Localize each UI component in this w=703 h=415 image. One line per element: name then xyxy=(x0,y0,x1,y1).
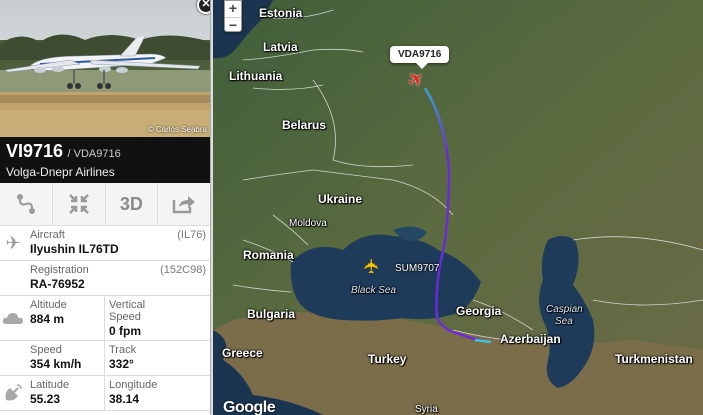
map-label-romania: Romania xyxy=(243,248,294,262)
flight-number: VI9716 xyxy=(6,141,64,161)
longitude-value: 38.14 xyxy=(109,392,140,406)
3d-view-button[interactable]: 3D xyxy=(106,183,159,225)
zoom-out-button[interactable]: − xyxy=(225,17,241,33)
altitude-row: Altitude 884 m Vertical Speed 0 fpm xyxy=(0,296,210,341)
zoom-in-button[interactable]: + xyxy=(225,1,241,17)
speed-label: Speed xyxy=(30,344,62,356)
map-label-bulgaria: Bulgaria xyxy=(247,307,296,321)
cloud-icon xyxy=(0,296,26,340)
latitude-label: Latitude xyxy=(30,379,70,391)
registration-row: Registration (152C98) RA-76952 xyxy=(0,261,210,296)
selected-flight-callsign-tag[interactable]: VDA9716 xyxy=(390,46,450,69)
flight-callsign: / VDA9716 xyxy=(67,148,121,160)
center-on-flight-button[interactable] xyxy=(53,183,106,225)
flight-header: VI9716 / VDA9716 Volga-Dnepr Airlines xyxy=(0,137,210,183)
map-label-latvia: Latvia xyxy=(263,40,298,54)
map-label-moldova: Moldova xyxy=(289,218,327,229)
latitude-value: 55.23 xyxy=(30,392,61,406)
track-label: Track xyxy=(109,344,137,356)
google-logo: Google xyxy=(223,399,276,415)
photo-credit: © Carlos Seabra xyxy=(147,125,207,134)
aircraft-label: Aircraft xyxy=(30,229,65,241)
airline-name: Volga-Dnepr Airlines xyxy=(6,165,115,179)
map-label-estonia: Estonia xyxy=(259,6,303,20)
aircraft-code: (IL76) xyxy=(177,229,206,241)
map-label-lithuania: Lithuania xyxy=(229,69,283,83)
map-label-caspian: Caspian xyxy=(546,304,583,315)
map-label-greece: Greece xyxy=(222,346,263,360)
flight-info-panel: ✕ © Carlos Seabra VI9716 / VDA9716 Volga… xyxy=(0,0,211,415)
vertical-speed-label: Vertical Speed xyxy=(109,299,146,323)
airplane-icon: ✈ xyxy=(5,232,21,253)
other-airplane-icon[interactable]: ✈ xyxy=(361,258,383,275)
map-label-georgia: Georgia xyxy=(456,304,502,318)
panel-toolbar: 3D xyxy=(0,183,210,226)
map-label-turkey: Turkey xyxy=(368,352,407,366)
aircraft-photo-image xyxy=(0,0,210,137)
registration-value: RA-76952 xyxy=(30,277,85,291)
map-label-turkmenistan: Turkmenistan xyxy=(615,352,693,366)
zoom-control: + − xyxy=(224,0,242,33)
registration-label: Registration xyxy=(30,264,89,276)
registration-code: (152C98) xyxy=(160,264,206,276)
longitude-label: Longitude xyxy=(109,379,158,391)
altitude-label: Altitude xyxy=(30,299,67,311)
track-value: 332° xyxy=(109,357,134,371)
route-icon xyxy=(16,194,35,214)
map-label-ukraine: Ukraine xyxy=(318,192,363,206)
aircraft-photo: © Carlos Seabra xyxy=(0,0,210,137)
share-icon xyxy=(172,196,196,214)
other-flight-callsign[interactable]: SUM9707 xyxy=(395,263,439,274)
speed-row: Speed 354 km/h Track 332° xyxy=(0,341,210,376)
position-row: Latitude 55.23 Longitude 38.14 xyxy=(0,376,210,411)
flight-map[interactable]: Estonia Latvia Lithuania Belarus Ukraine… xyxy=(213,0,703,415)
map-label-black-sea: Black Sea xyxy=(351,285,397,296)
map-label-azerbaijan: Azerbaijan xyxy=(500,332,561,346)
map-label-belarus: Belarus xyxy=(282,118,327,132)
aircraft-row: ✈ Aircraft (IL76) Ilyushin IL76TD xyxy=(0,226,210,261)
aircraft-value: Ilyushin IL76TD xyxy=(30,242,119,256)
altitude-value: 884 m xyxy=(30,312,65,326)
map-label-syria: Syria xyxy=(415,404,438,415)
map-label-caspian-sea: Sea xyxy=(555,316,573,327)
route-button[interactable] xyxy=(0,183,53,225)
vertical-speed-value: 0 fpm xyxy=(109,324,142,338)
share-button[interactable] xyxy=(158,183,210,225)
flight-details: ✈ Aircraft (IL76) Ilyushin IL76TD Registr… xyxy=(0,226,210,411)
speed-value: 354 km/h xyxy=(30,357,82,371)
compress-arrows-icon xyxy=(68,194,89,214)
satellite-dish-icon xyxy=(0,376,26,410)
